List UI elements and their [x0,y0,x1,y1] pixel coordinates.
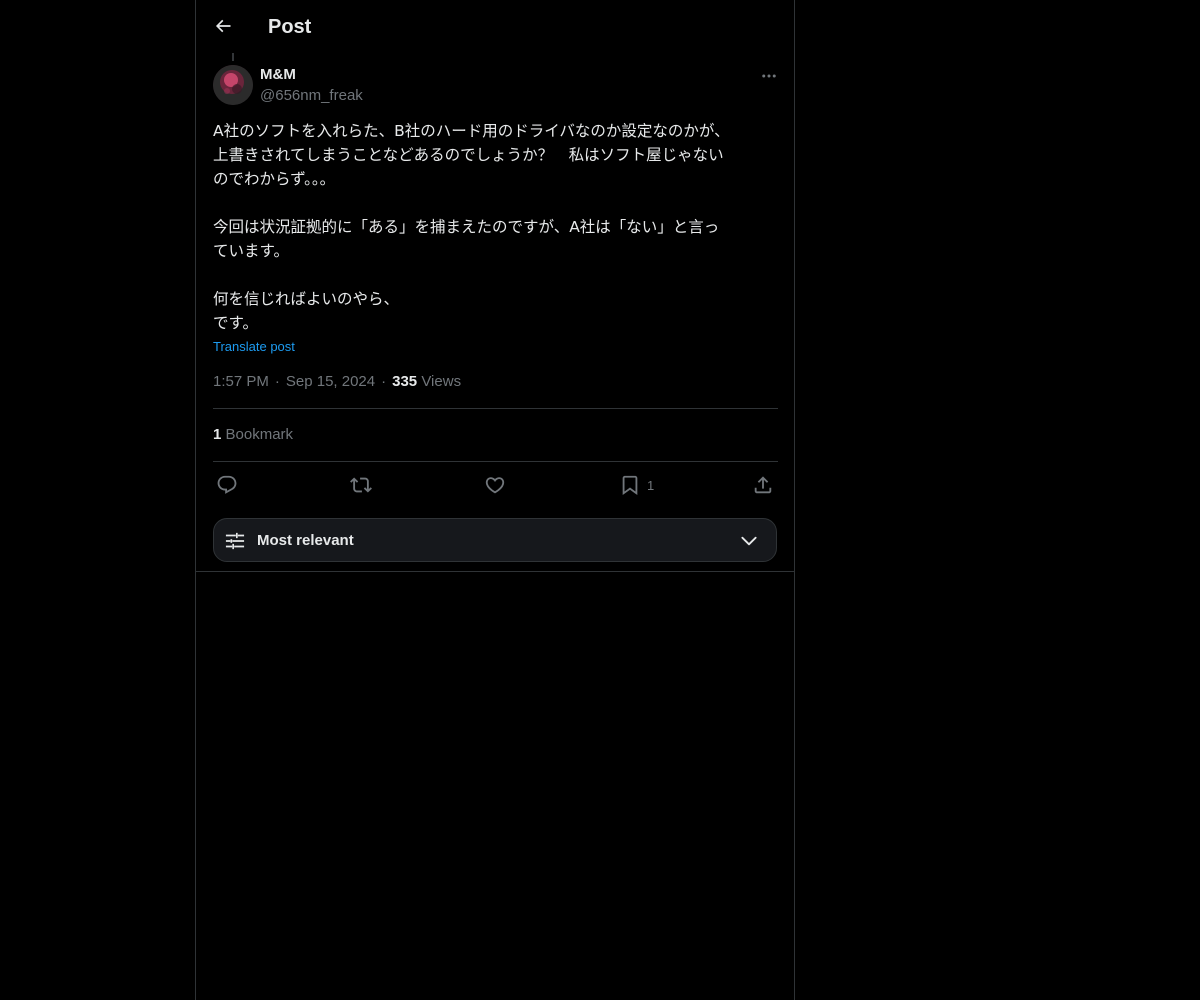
back-button[interactable] [206,9,240,43]
bookmark-icon [622,475,638,496]
reply-icon [217,475,237,494]
avatar[interactable] [213,65,253,105]
meta-separator: · [274,373,280,390]
reply-sort-dropdown[interactable]: Most relevant [213,518,777,562]
bookmark-button[interactable]: 1 [619,472,654,498]
post-date[interactable]: Sep 15, 2024 [286,373,375,390]
post-time[interactable]: 1:57 PM [213,373,269,390]
thread-connector-line [232,53,234,61]
share-button[interactable] [752,472,774,498]
reply-button[interactable] [216,472,238,498]
author-display-name[interactable]: M&M [260,65,296,85]
bookmark-count-number: 1 [213,426,222,443]
more-horizontal-icon [762,74,776,78]
repost-icon [350,477,372,493]
more-options-button[interactable] [756,63,782,89]
post-metadata: 1:57 PM · Sep 15, 2024 · 335 Views [213,372,461,392]
sort-label: Most relevant [257,532,354,549]
translate-post-link[interactable]: Translate post [213,338,295,356]
divider [213,408,778,409]
divider [213,461,778,462]
repost-button[interactable] [350,472,372,498]
views-count: 335 [392,373,418,390]
post-text: A社のソフトを入れらた、B社のハード用のドライバなのか設定なのかが、 上書きされ… [213,122,730,332]
page-title: Post [268,16,312,38]
bookmark-action-count: 1 [647,477,655,493]
bookmark-count-label: Bookmark [225,426,294,443]
avatar-image [213,65,253,105]
like-button[interactable] [484,472,506,498]
sliders-icon [225,532,245,550]
page-header: Post [196,0,794,53]
chevron-down-icon [741,536,757,546]
section-bottom-border [196,571,794,572]
heart-icon [485,477,505,494]
views-label: Views [421,373,462,390]
author-handle[interactable]: @656nm_freak [260,86,363,106]
primary-column: Post M&M @656nm_freak A社のソフトを入れらた、B社のハード… [195,0,795,1000]
share-icon [754,476,772,494]
bookmark-count-link[interactable]: 1 Bookmark [213,425,293,445]
meta-separator: · [381,373,387,390]
arrow-left-icon [215,19,231,33]
